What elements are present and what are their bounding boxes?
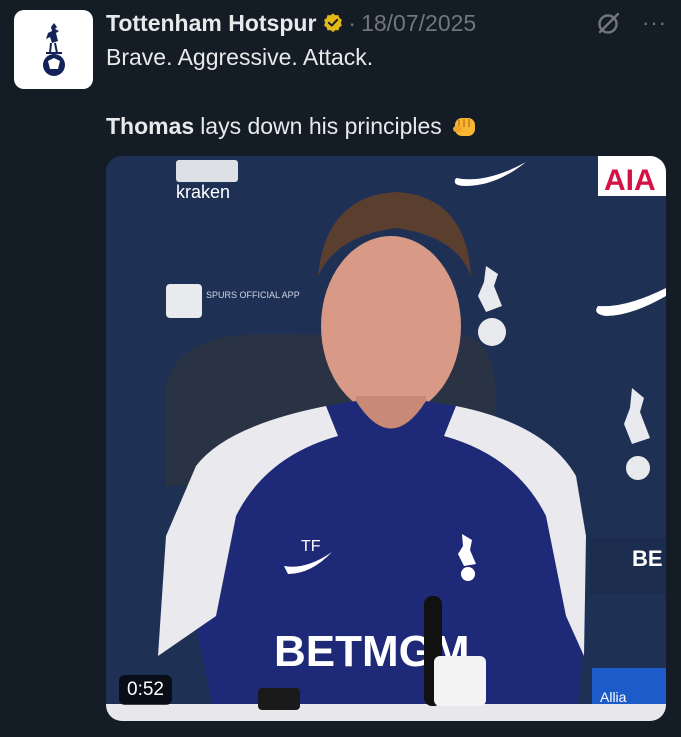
tweet-header: Tottenham Hotspur · 18/07/2025 ··· — [106, 8, 667, 38]
video-duration-badge: 0:52 — [119, 675, 172, 705]
tweet-text-rest: lays down his principles — [200, 113, 442, 139]
shirt-initials: TF — [301, 538, 321, 555]
author-avatar[interactable] — [14, 10, 93, 89]
fist-emoji-icon — [452, 117, 475, 136]
tweet-text-bold: Thomas — [106, 113, 195, 139]
spurs-logo-icon — [42, 22, 65, 76]
board-sponsor: BE MG — [632, 546, 666, 571]
video-player[interactable]: kraken AIA SPURS OFFICIAL APP TF BETMGM … — [106, 156, 666, 721]
spurs-app-label: SPURS OFFICIAL APP — [206, 290, 300, 300]
author-name[interactable]: Tottenham Hotspur — [106, 10, 316, 37]
kraken-label: kraken — [176, 182, 230, 202]
tweet-text-line1: Brave. Aggressive. Attack. — [106, 44, 374, 70]
tweet-date[interactable]: 18/07/2025 — [361, 10, 476, 37]
verified-badge-icon[interactable] — [322, 12, 344, 34]
video-frame: kraken AIA SPURS OFFICIAL APP TF BETMGM … — [106, 156, 666, 721]
corner-sponsor: Allia — [600, 689, 627, 705]
grok-icon[interactable] — [596, 10, 622, 36]
aia-logo: AIA — [604, 164, 656, 197]
separator-dot: · — [348, 9, 357, 36]
header-actions: ··· — [596, 10, 667, 36]
kraken-logo: kraken — [176, 160, 238, 202]
tweet-text-line2: Thomas lays down his principles — [106, 113, 480, 140]
more-icon[interactable]: ··· — [642, 12, 667, 34]
